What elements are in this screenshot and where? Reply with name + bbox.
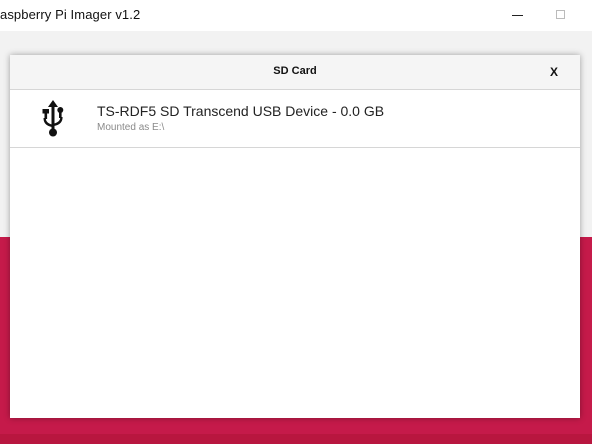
bottom-strip (0, 434, 592, 444)
device-mount-label: Mounted as E:\ (97, 122, 165, 133)
list-item-device[interactable]: TS-RDF5 SD Transcend USB Device - 0.0 GB… (10, 91, 580, 148)
maximize-button[interactable] (540, 0, 586, 31)
device-name: TS-RDF5 SD Transcend USB Device - 0.0 GB (97, 103, 385, 119)
maximize-icon (556, 10, 565, 19)
minimize-icon (512, 15, 523, 16)
usb-icon (42, 100, 64, 137)
close-button[interactable]: X (542, 60, 566, 84)
app-window: aspberry Pi Imager v1.2 SD Card X TS-RDF… (0, 0, 592, 444)
title-bar: aspberry Pi Imager v1.2 (0, 0, 592, 31)
sd-card-dialog: SD Card X TS-RDF5 SD Transcend USB Devic… (10, 55, 580, 418)
dialog-title: SD Card (273, 65, 317, 77)
window-title: aspberry Pi Imager v1.2 (0, 7, 141, 22)
dialog-header: SD Card X (10, 55, 580, 90)
minimize-button[interactable] (494, 0, 540, 31)
